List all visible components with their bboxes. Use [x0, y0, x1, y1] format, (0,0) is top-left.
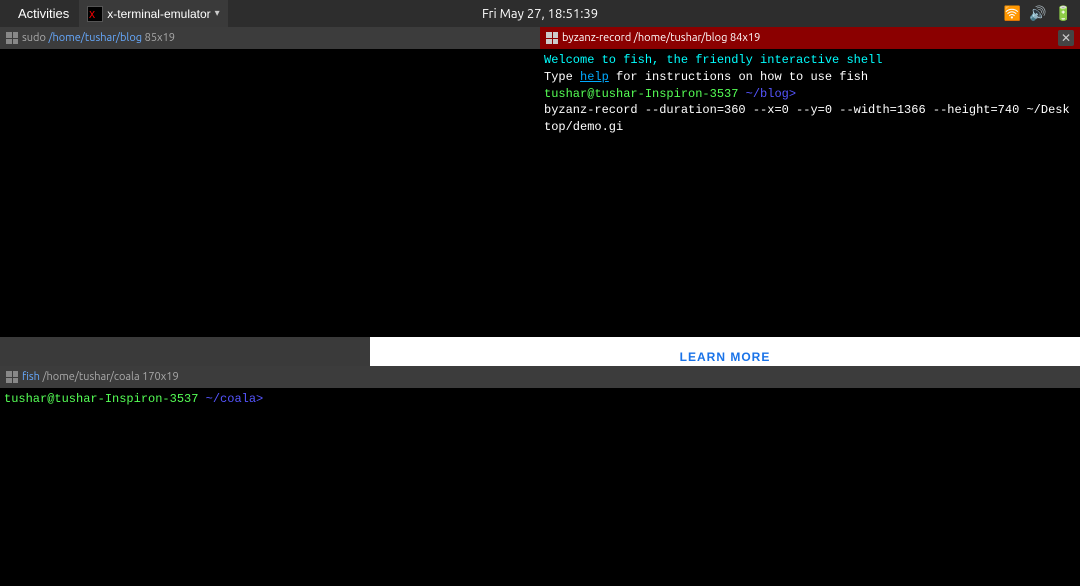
fish-help-line: Type help for instructions on how to use… — [544, 69, 1076, 86]
terminal-right-title: byzanz-record /home/tushar/blog 84x19 — [562, 32, 760, 44]
fish-prompt-line: tushar@tushar-Inspiron-3537 ~/blog> — [544, 86, 1076, 103]
learn-more-button[interactable]: LEARN MORE — [680, 350, 771, 364]
terminal-bottom[interactable]: fish /home/tushar/coala 170x19 tushar@tu… — [0, 366, 1080, 586]
terminal-left-titlebar: sudo /home/tushar/blog 85x19 — [0, 27, 540, 49]
terminal-grid-icon — [6, 32, 18, 44]
terminal-bottom-title: fish /home/tushar/coala 170x19 — [22, 371, 179, 383]
wifi-icon: 🛜 — [1004, 5, 1021, 22]
terminal-app-label: x-terminal-emulator — [107, 7, 210, 21]
system-tray: 🛜 🔊 🔋 — [1004, 5, 1072, 22]
terminal-bottom-grid-icon — [6, 371, 18, 383]
system-datetime: Fri May 27, 18:51:39 — [482, 7, 598, 21]
terminal-app-button[interactable]: X x-terminal-emulator ▾ — [79, 0, 227, 27]
terminal-right-grid-icon — [546, 32, 558, 44]
terminal-right-titlebar-left: byzanz-record /home/tushar/blog 84x19 — [546, 32, 760, 44]
terminal-right[interactable]: byzanz-record /home/tushar/blog 84x19 ✕ … — [540, 27, 1080, 337]
activities-button[interactable]: Activities — [8, 0, 79, 27]
terminal-left-titlebar-left: sudo /home/tushar/blog 85x19 — [6, 32, 175, 44]
terminal-bottom-titlebar: fish /home/tushar/coala 170x19 — [0, 366, 1080, 388]
system-bar: Activities X x-terminal-emulator ▾ Fri M… — [0, 0, 1080, 27]
terminal-right-titlebar: byzanz-record /home/tushar/blog 84x19 ✕ — [540, 27, 1080, 49]
terminal-bottom-content: tushar@tushar-Inspiron-3537 ~/coala> — [4, 391, 1076, 408]
terminal-left[interactable]: sudo /home/tushar/blog 85x19 — [0, 27, 540, 337]
terminal-left-title: sudo /home/tushar/blog 85x19 — [22, 32, 175, 44]
terminal-right-body[interactable]: Welcome to fish, the friendly interactiv… — [540, 49, 1080, 337]
system-bar-left: Activities X x-terminal-emulator ▾ — [8, 0, 228, 27]
terminal-right-close[interactable]: ✕ — [1058, 30, 1074, 46]
terminal-dropdown-icon[interactable]: ▾ — [215, 8, 220, 19]
fish-command-line: byzanz-record --duration=360 --x=0 --y=0… — [544, 102, 1076, 136]
terminal-bottom-titlebar-left: fish /home/tushar/coala 170x19 — [6, 371, 179, 383]
fish-welcome-line: Welcome to fish, the friendly interactiv… — [544, 52, 1076, 69]
terminal-left-body[interactable] — [0, 49, 540, 337]
terminal-bottom-prompt: tushar@tushar-Inspiron-3537 ~/coala> — [4, 391, 1076, 408]
terminal-right-content: Welcome to fish, the friendly interactiv… — [544, 52, 1076, 136]
main-area: 📄 The Linux Kernel 📁 GSOC 📁 Google 📁 MOO… — [0, 27, 1080, 586]
battery-icon: 🔋 — [1055, 5, 1072, 22]
svg-text:X: X — [89, 10, 95, 21]
terminal-taskbar-icon: X — [87, 6, 103, 22]
sound-icon: 🔊 — [1029, 5, 1046, 22]
terminal-bottom-body[interactable]: tushar@tushar-Inspiron-3537 ~/coala> — [0, 388, 1080, 586]
